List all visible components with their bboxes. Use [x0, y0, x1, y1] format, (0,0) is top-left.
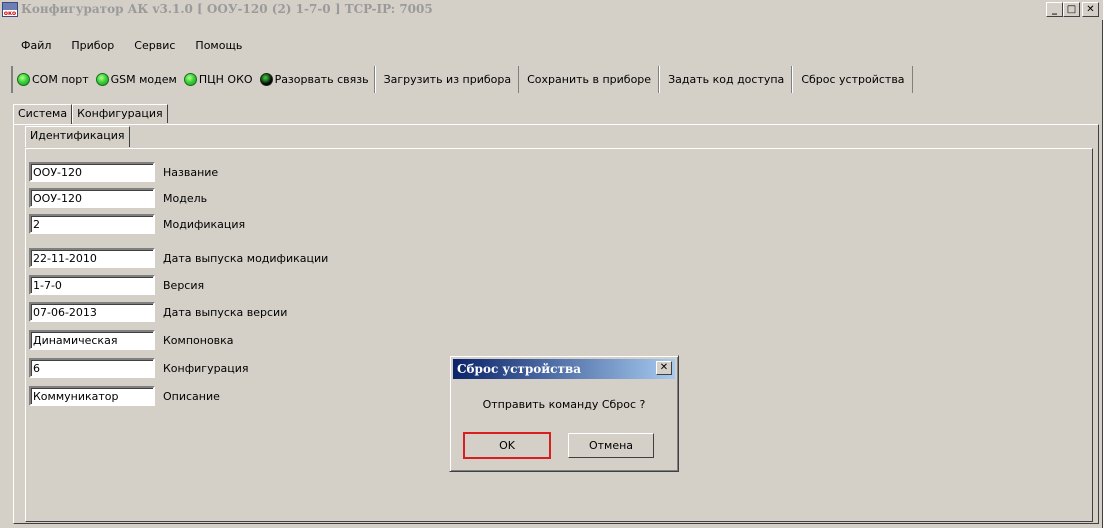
reset-device-dialog: Сброс устройства ✕ Отправить команду Сбр…	[449, 355, 679, 472]
tab-configuration[interactable]: Конфигурация	[72, 104, 168, 123]
maximize-button[interactable]: □	[1063, 2, 1080, 17]
field-row-description: Коммуникатор Описание	[29, 386, 220, 406]
version-date-field[interactable]: 07-06-2013	[29, 302, 155, 322]
disconnect-label: Разорвать связь	[274, 73, 369, 86]
description-field[interactable]: Коммуникатор	[29, 386, 155, 406]
gsm-modem-button[interactable]: GSM модем	[95, 73, 177, 86]
window-title: Конфигуратор АК v3.1.0 [ ООУ-120 (2) 1-7…	[21, 2, 433, 16]
field-row-model: ООУ-120 Модель	[29, 188, 207, 208]
description-label: Описание	[163, 389, 220, 403]
com-port-label: COM порт	[32, 73, 89, 86]
name-field[interactable]: ООУ-120	[29, 162, 155, 182]
tab-system[interactable]: Система	[13, 104, 73, 125]
version-label: Версия	[163, 278, 205, 292]
field-row-layout: Динамическая Компоновка	[29, 330, 234, 350]
layout-label: Компоновка	[163, 333, 234, 347]
modification-field[interactable]: 2	[29, 214, 155, 234]
save-to-device-button[interactable]: Сохранить в приборе	[519, 66, 659, 93]
field-row-configuration: 6 Конфигурация	[29, 358, 249, 378]
model-field[interactable]: ООУ-120	[29, 188, 155, 208]
field-row-name: ООУ-120 Название	[29, 162, 218, 182]
close-button[interactable]: ✕	[1082, 2, 1099, 17]
cancel-button[interactable]: Отмена	[568, 433, 654, 458]
field-row-modification: 2 Модификация	[29, 214, 245, 234]
app-window: око Конфигуратор АК v3.1.0 [ ООУ-120 (2)…	[0, 0, 1103, 528]
minimize-button[interactable]: _	[1046, 2, 1063, 17]
layout-field[interactable]: Динамическая	[29, 330, 155, 350]
dialog-title-bar[interactable]: Сброс устройства ✕	[453, 359, 675, 379]
menu-bar: Файл Прибор Сервис Помощь	[0, 36, 252, 56]
field-row-version: 1-7-0 Версия	[29, 275, 204, 295]
model-label: Модель	[163, 191, 208, 205]
menu-help[interactable]: Помощь	[185, 36, 252, 56]
gsm-modem-label: GSM модем	[110, 73, 177, 86]
main-tabs: Система Конфигурация	[13, 104, 168, 125]
status-led-icon	[95, 73, 109, 86]
load-from-device-button[interactable]: Загрузить из прибора	[374, 66, 520, 93]
com-port-button[interactable]: COM порт	[17, 73, 89, 86]
status-led-icon	[183, 73, 197, 86]
dialog-title: Сброс устройства	[457, 362, 582, 376]
modification-date-label: Дата выпуска модификации	[163, 251, 329, 265]
menu-service[interactable]: Сервис	[124, 36, 185, 56]
configuration-label: Конфигурация	[163, 361, 249, 375]
reset-device-button[interactable]: Сброс устройства	[792, 66, 912, 93]
menu-file[interactable]: Файл	[0, 36, 61, 56]
configuration-field[interactable]: 6	[29, 358, 155, 378]
dialog-close-button[interactable]: ✕	[656, 361, 672, 375]
dialog-message: Отправить команду Сброс ?	[482, 398, 646, 411]
set-access-code-button[interactable]: Задать код доступа	[659, 66, 792, 93]
version-field[interactable]: 1-7-0	[29, 275, 155, 295]
pcn-oko-label: ПЦН ОКО	[198, 73, 253, 86]
status-led-icon	[17, 73, 30, 86]
tab-identification[interactable]: Идентификация	[25, 126, 130, 147]
app-logo-icon: око	[2, 2, 18, 17]
pcn-oko-button[interactable]: ПЦН ОКО	[183, 73, 253, 86]
toolbar: COM порт GSM модем ПЦН ОКО Разорвать свя…	[11, 66, 913, 93]
name-label: Название	[163, 165, 219, 179]
ok-button[interactable]: OK	[463, 432, 551, 459]
modification-label: Модификация	[163, 217, 246, 231]
menu-device[interactable]: Прибор	[61, 36, 124, 56]
modification-date-field[interactable]: 22-11-2010	[29, 248, 155, 268]
sub-tabs: Идентификация	[25, 126, 130, 147]
title-bar[interactable]: око Конфигуратор АК v3.1.0 [ ООУ-120 (2)…	[0, 0, 1103, 20]
field-row-version-date: 07-06-2013 Дата выпуска версии	[29, 302, 287, 322]
disconnect-button[interactable]: Разорвать связь	[259, 73, 369, 86]
disconnect-led-icon	[259, 73, 273, 86]
field-row-modification-date: 22-11-2010 Дата выпуска модификации	[29, 248, 328, 268]
version-date-label: Дата выпуска версии	[163, 305, 288, 319]
